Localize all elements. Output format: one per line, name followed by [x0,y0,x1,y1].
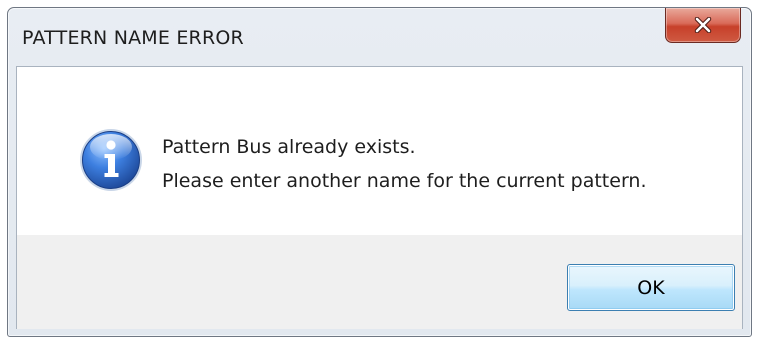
dialog-title: PATTERN NAME ERROR [22,27,244,49]
title-bar[interactable]: PATTERN NAME ERROR [8,8,751,66]
close-icon [694,17,712,33]
message-line-1: Pattern Bus already exists. [162,136,416,158]
error-dialog: PATTERN NAME ERROR Pattern Bus already e… [7,7,752,337]
message-area: Pattern Bus already exists. Please enter… [17,67,742,235]
info-icon [80,129,142,191]
message-text: Pattern Bus already exists. Please enter… [162,130,647,198]
message-line-2: Please enter another name for the curren… [162,170,647,192]
dialog-body: Pattern Bus already exists. Please enter… [16,66,743,329]
button-bar: OK [17,235,742,329]
ok-button[interactable]: OK [567,264,735,311]
close-button[interactable] [665,8,741,43]
